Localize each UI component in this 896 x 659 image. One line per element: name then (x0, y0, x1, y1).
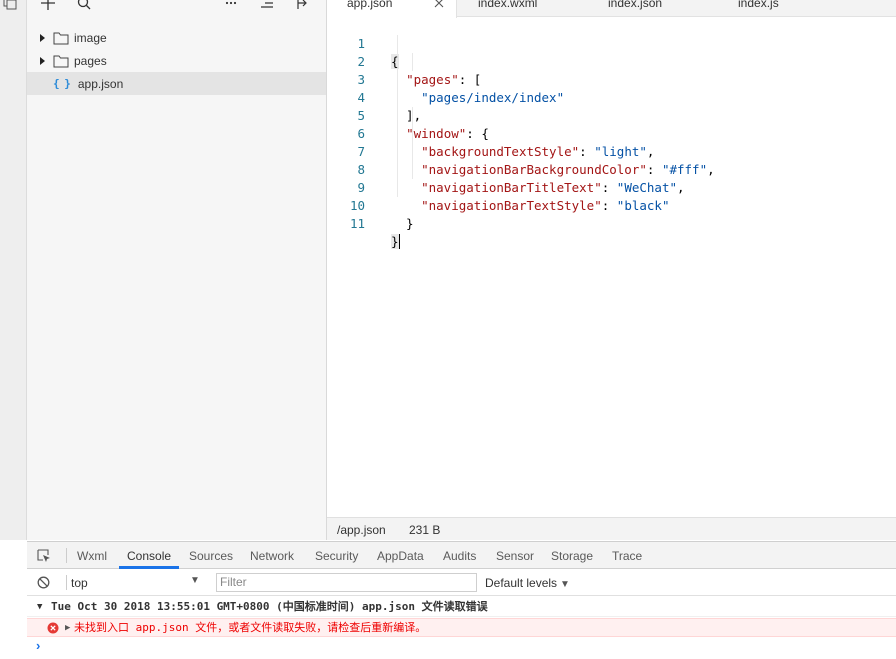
folder-icon (53, 55, 69, 67)
tab-audits[interactable]: Audits (443, 549, 476, 563)
log-levels-select[interactable]: Default levels ▼ (485, 576, 570, 590)
folder-icon (53, 32, 69, 44)
caret-right-icon[interactable] (37, 33, 47, 43)
editor-tabs: app.json index.wxml index.json index.js (327, 0, 896, 18)
tree-item-label: pages (74, 53, 107, 68)
tree-item-pages[interactable]: pages (27, 49, 326, 72)
tab-label: index.js (738, 0, 779, 10)
code-line: 7 "navigationBarBackgroundColor": "#fff"… (327, 125, 896, 177)
clear-console-icon[interactable] (37, 576, 50, 589)
tab-label: app.json (347, 0, 393, 10)
filter-input[interactable]: Filter (216, 573, 477, 592)
dropdown-arrow-icon: ▼ (560, 579, 570, 590)
editor-statusbar: /app.json 231 B (327, 517, 896, 540)
tree-item-image[interactable]: image (27, 26, 326, 49)
console-toolbar: top ▼ Filter Default levels ▼ (27, 569, 896, 596)
add-icon[interactable] (40, 0, 56, 11)
code-line: 9 "navigationBarTextStyle": "black" (327, 161, 896, 213)
code-line: 1 { (327, 17, 896, 69)
tree-item-app-json[interactable]: { } app.json (27, 72, 326, 95)
inspect-element-icon[interactable] (37, 549, 51, 563)
divider (66, 575, 67, 590)
json-file-icon: { } (53, 77, 71, 90)
text-cursor (398, 234, 400, 249)
tab-index-js[interactable]: index.js (717, 0, 847, 17)
expand-triangle-icon[interactable]: ▼ (37, 597, 42, 617)
copy-icon[interactable] (3, 0, 17, 10)
tab-storage[interactable]: Storage (551, 549, 593, 563)
file-explorer: image pages { } app.json (27, 0, 327, 540)
code-line: 8 "navigationBarTitleText": "WeChat", (327, 143, 896, 195)
console-error-row[interactable]: ▶ 未找到入口 app.json 文件，或者文件读取失败，请检查后重新编译。 (27, 618, 896, 637)
context-select[interactable]: top (71, 576, 88, 590)
log-levels-label: Default levels (485, 576, 558, 590)
tab-console[interactable]: Console (127, 549, 171, 563)
console-group[interactable]: ▼ Tue Oct 30 2018 13:55:01 GMT+0800 (中国标… (27, 597, 896, 617)
tab-appdata[interactable]: AppData (377, 549, 424, 563)
tab-security[interactable]: Security (315, 549, 358, 563)
code-line: 3 "pages/index/index" (327, 53, 896, 105)
code-line: 5 "window": { (327, 89, 896, 141)
code-text: } (391, 216, 414, 231)
console-prompt[interactable]: › (36, 638, 40, 653)
tree-item-label: app.json (77, 76, 124, 91)
activity-bar (0, 0, 27, 540)
code-editor: app.json index.wxml index.json index.js … (327, 0, 896, 540)
tab-app-json[interactable]: app.json (327, 0, 457, 18)
expand-triangle-icon[interactable]: ▶ (65, 619, 70, 637)
line-number: 11 (349, 216, 365, 231)
devtools-panel: Wxml Console Sources Network Security Ap… (27, 541, 896, 659)
code-line: 6 "backgroundTextStyle": "light", (327, 107, 896, 159)
code-text: } (391, 234, 400, 249)
file-path: /app.json (337, 523, 386, 537)
tab-index-json[interactable]: index.json (587, 0, 717, 17)
code-area[interactable]: 1 { 2 "pages": [ 3 "pages/index/index" 4… (327, 17, 896, 517)
tab-wxml[interactable]: Wxml (77, 549, 107, 563)
code-line: 4 ], (327, 71, 896, 123)
code-line: 10 } (327, 179, 896, 231)
dropdown-arrow-icon[interactable]: ▼ (190, 575, 200, 586)
error-icon (47, 622, 59, 634)
tab-sensor[interactable]: Sensor (496, 549, 534, 563)
split-icon[interactable] (295, 0, 311, 11)
tab-sources[interactable]: Sources (189, 549, 233, 563)
tab-label: index.wxml (478, 0, 538, 10)
tab-trace[interactable]: Trace (612, 549, 642, 563)
file-size: 231 B (409, 523, 441, 537)
caret-right-icon[interactable] (37, 56, 47, 66)
tree-item-label: image (74, 30, 107, 45)
tab-index-wxml[interactable]: index.wxml (457, 0, 587, 17)
console-group-title: Tue Oct 30 2018 13:55:01 GMT+0800 (中国标准时… (51, 600, 488, 613)
code-line: 11 } (327, 197, 896, 249)
more-icon[interactable] (223, 0, 239, 11)
code-line: 2 "pages": [ (327, 35, 896, 87)
devtools-tabs: Wxml Console Sources Network Security Ap… (27, 542, 896, 569)
divider (66, 548, 67, 563)
tab-network[interactable]: Network (250, 549, 294, 563)
close-icon[interactable] (434, 0, 444, 8)
collapse-icon[interactable] (259, 0, 275, 11)
explorer-toolbar (27, 0, 327, 14)
search-icon[interactable] (76, 0, 92, 11)
devtools-window: image pages { } app.json app.json index.… (0, 0, 896, 659)
console-error-message: 未找到入口 app.json 文件，或者文件读取失败，请检查后重新编译。 (74, 621, 427, 634)
tab-label: index.json (608, 0, 663, 10)
